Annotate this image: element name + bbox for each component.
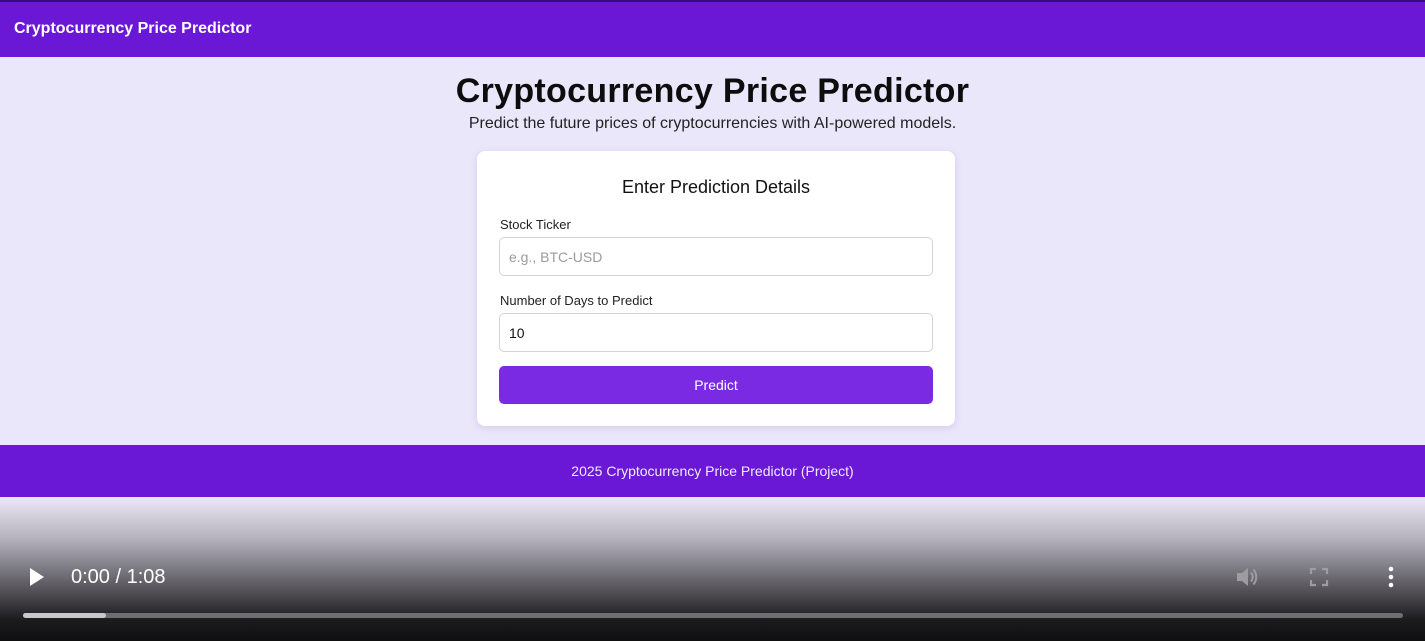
form-title: Enter Prediction Details: [621, 177, 811, 197]
page-title: Cryptocurrency Price Predictor: [455, 72, 970, 110]
more-options-icon[interactable]: [1377, 563, 1405, 591]
footer-text: 2025 Cryptocurrency Price Predictor (Pro…: [571, 463, 854, 479]
video-time: 0:00 / 1:08: [71, 566, 166, 588]
fullscreen-icon[interactable]: [1305, 563, 1333, 591]
video-progress-fill: [23, 613, 106, 618]
video-controls: 0:00 / 1:08: [0, 497, 1425, 641]
volume-icon[interactable]: [1233, 563, 1261, 591]
page: Cryptocurrency Price Predictor Cryptocur…: [0, 0, 1425, 641]
play-icon[interactable]: [22, 563, 50, 591]
video-progress-bar[interactable]: [23, 613, 1403, 618]
navbar-brand[interactable]: Cryptocurrency Price Predictor: [14, 20, 251, 38]
days-to-predict-input[interactable]: [499, 313, 933, 352]
predict-button[interactable]: Predict: [499, 366, 933, 404]
page-subtitle: Predict the future prices of cryptocurre…: [468, 115, 957, 132]
navbar: Cryptocurrency Price Predictor: [0, 0, 1425, 57]
stock-ticker-label: Stock Ticker: [500, 217, 571, 232]
footer: 2025 Cryptocurrency Price Predictor (Pro…: [0, 445, 1425, 497]
stock-ticker-input[interactable]: [499, 237, 933, 276]
days-to-predict-label: Number of Days to Predict: [500, 293, 653, 308]
prediction-form-card: Enter Prediction Details Stock Ticker Nu…: [477, 151, 955, 426]
app-page: Cryptocurrency Price Predictor Cryptocur…: [0, 0, 1425, 497]
